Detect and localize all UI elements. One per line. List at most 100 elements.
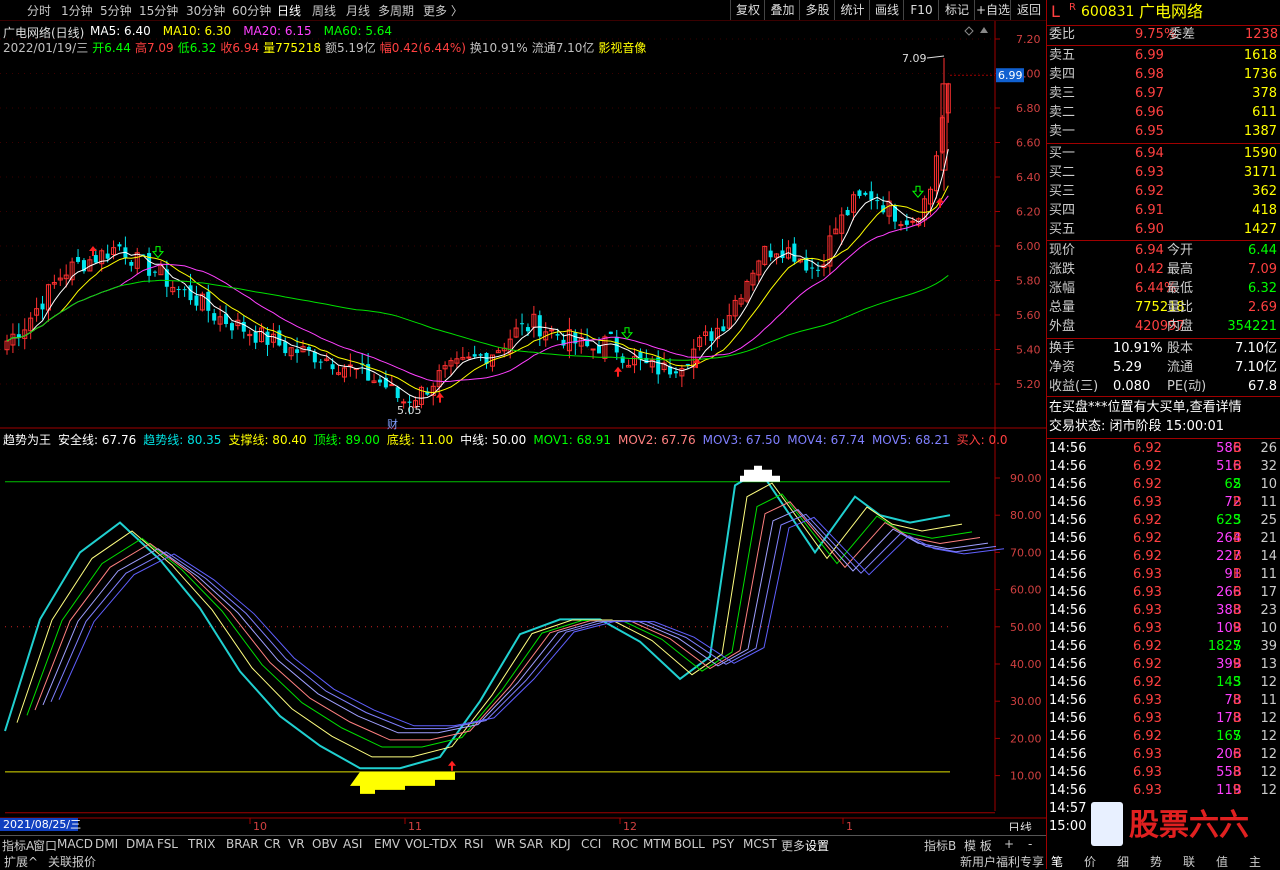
period-10[interactable]: 更多 〉 [423,2,463,19]
wei-bi-label: 委比 [1049,27,1076,42]
bids-row[interactable]: 买五 6.90 1427 [1049,221,1279,239]
tab-2[interactable]: MACD [57,837,93,851]
tab-19[interactable]: ROC [612,837,638,851]
tab-3[interactable]: DMI [95,837,118,851]
period-5[interactable]: 60分钟 [232,2,271,19]
quote-tab-4[interactable]: 联 [1183,853,1195,870]
candles [4,57,951,415]
tab-10[interactable]: OBV [312,837,338,851]
big-order-notice[interactable]: 在买盘***位置有大买单,查看详情 [1049,399,1279,417]
tick-time: 14:56 [1049,765,1087,780]
bids-vol: 362 [1252,184,1277,199]
tab-16[interactable]: SAR [519,837,543,851]
tab-5[interactable]: FSL [157,837,178,851]
quote-tab-5[interactable]: 值 [1216,853,1228,870]
price-tick-label: 5.40 [1016,344,1041,357]
toolbar-btn-4[interactable]: 画线 [869,0,904,20]
candle-body-down [129,261,134,266]
ind-label-6: 中线: 50.00 [460,433,527,447]
tick-count: 12 [1260,729,1277,744]
period-2[interactable]: 5分钟 [100,2,132,19]
tab-right-2[interactable]: + [1004,837,1014,851]
tick-price: 6.93 [1133,585,1162,600]
period-7[interactable]: 周线 [312,2,336,19]
period-9[interactable]: 多周期 [378,2,414,19]
bids-label: 买一 [1049,146,1076,161]
bids-row[interactable]: 买一 6.94 1590 [1049,145,1279,163]
tick-row: 14:56 6.92 1827 S 39 [1049,638,1279,656]
bids-row[interactable]: 买三 6.92 362 [1049,183,1279,201]
toolbar-btn-3[interactable]: 统计 [834,0,870,20]
info-6: 额5.19亿 [324,41,376,55]
quote-tab-6[interactable]: 主 [1249,853,1261,870]
tab-23[interactable]: MCST [743,837,777,851]
tab-20[interactable]: MTM [643,837,671,851]
tab-13[interactable]: VOL-TDX [405,837,457,851]
toolbar-btn-7[interactable]: +自选 [974,0,1011,20]
quote-tab-0[interactable]: 笔 [1051,853,1063,870]
divider [1047,396,1280,397]
tab-11[interactable]: ASI [343,837,362,851]
bids-row[interactable]: 买四 6.91 418 [1049,202,1279,220]
tab-22[interactable]: PSY [712,837,734,851]
period-4[interactable]: 30分钟 [186,2,225,19]
asks-row[interactable]: 卖四 6.98 1736 [1049,66,1279,84]
tick-price: 6.93 [1133,693,1162,708]
tab-18[interactable]: CCI [581,837,601,851]
tab-0[interactable]: 指标A [2,837,34,854]
tick-price: 6.93 [1133,783,1162,798]
period-8[interactable]: 月线 [346,2,370,19]
top-zone [740,465,780,482]
tab-1[interactable]: 窗口 [33,837,57,854]
toolbar-btn-2[interactable]: 多股 [799,0,835,20]
period-0[interactable]: 分时 [27,2,51,19]
asks-label: 卖一 [1049,124,1076,139]
period-3[interactable]: 15分钟 [139,2,178,19]
tick-time: 14:56 [1049,747,1087,762]
tick-row: 14:56 6.92 62 S 10 [1049,476,1279,494]
tab-8[interactable]: CR [264,837,281,851]
asks-row[interactable]: 卖一 6.95 1387 [1049,123,1279,141]
asks-row[interactable]: 卖二 6.96 611 [1049,104,1279,122]
tab-14[interactable]: RSI [464,837,484,851]
tab-7[interactable]: BRAR [226,837,259,851]
period-6[interactable]: 日线 [277,2,301,19]
asks-row[interactable]: 卖五 6.99 1618 [1049,47,1279,65]
toolbar-btn-1[interactable]: 叠加 [764,0,800,20]
tick-row: 14:56 6.93 266 B 17 [1049,584,1279,602]
candle-body-down [377,379,382,383]
quote-tab-3[interactable]: 势 [1150,853,1162,870]
candle-body-down [673,371,678,374]
tab-6[interactable]: TRIX [188,837,215,851]
expand-button[interactable]: 扩展^ [4,853,38,870]
candle-body-down [330,364,335,370]
tab-right-3[interactable]: - [1028,837,1032,851]
tab-24[interactable]: 更多 [781,837,805,854]
promo-link[interactable]: 新用户福利专享 [960,853,1044,870]
asks-vol: 1387 [1243,124,1277,139]
bids-row[interactable]: 买二 6.93 3171 [1049,164,1279,182]
quote-tab-2[interactable]: 细 [1117,853,1129,870]
tab-15[interactable]: WR [495,837,515,851]
stock-header: L R 600831 广电网络 [1049,2,1279,23]
tab-12[interactable]: EMV [374,837,400,851]
stat-label: 涨跌 [1049,262,1076,277]
tab-4[interactable]: DMA [126,837,154,851]
related-quote-button[interactable]: 关联报价 [48,853,96,870]
toolbar-btn-5[interactable]: F10 [903,0,939,20]
asks-price: 6.97 [1135,86,1164,101]
toolbar-btn-0[interactable]: 复权 [730,0,765,20]
tab-right-0[interactable]: 指标B [924,837,956,854]
quote-tab-1[interactable]: 价 [1084,853,1096,870]
tab-right-1[interactable]: 模 板 [964,837,992,854]
asks-row[interactable]: 卖三 6.97 378 [1049,85,1279,103]
toolbar-btn-8[interactable]: 返回 [1010,0,1047,20]
tab-25[interactable]: 设置 [805,837,829,854]
toolbar-btn-6[interactable]: 标记 [938,0,975,20]
tab-21[interactable]: BOLL [674,837,705,851]
period-1[interactable]: 1分钟 [61,2,93,19]
ind-label-7: MOV1: 68.91 [533,433,611,447]
candle-body-up [466,356,472,359]
tab-9[interactable]: VR [288,837,305,851]
tab-17[interactable]: KDJ [550,837,571,851]
